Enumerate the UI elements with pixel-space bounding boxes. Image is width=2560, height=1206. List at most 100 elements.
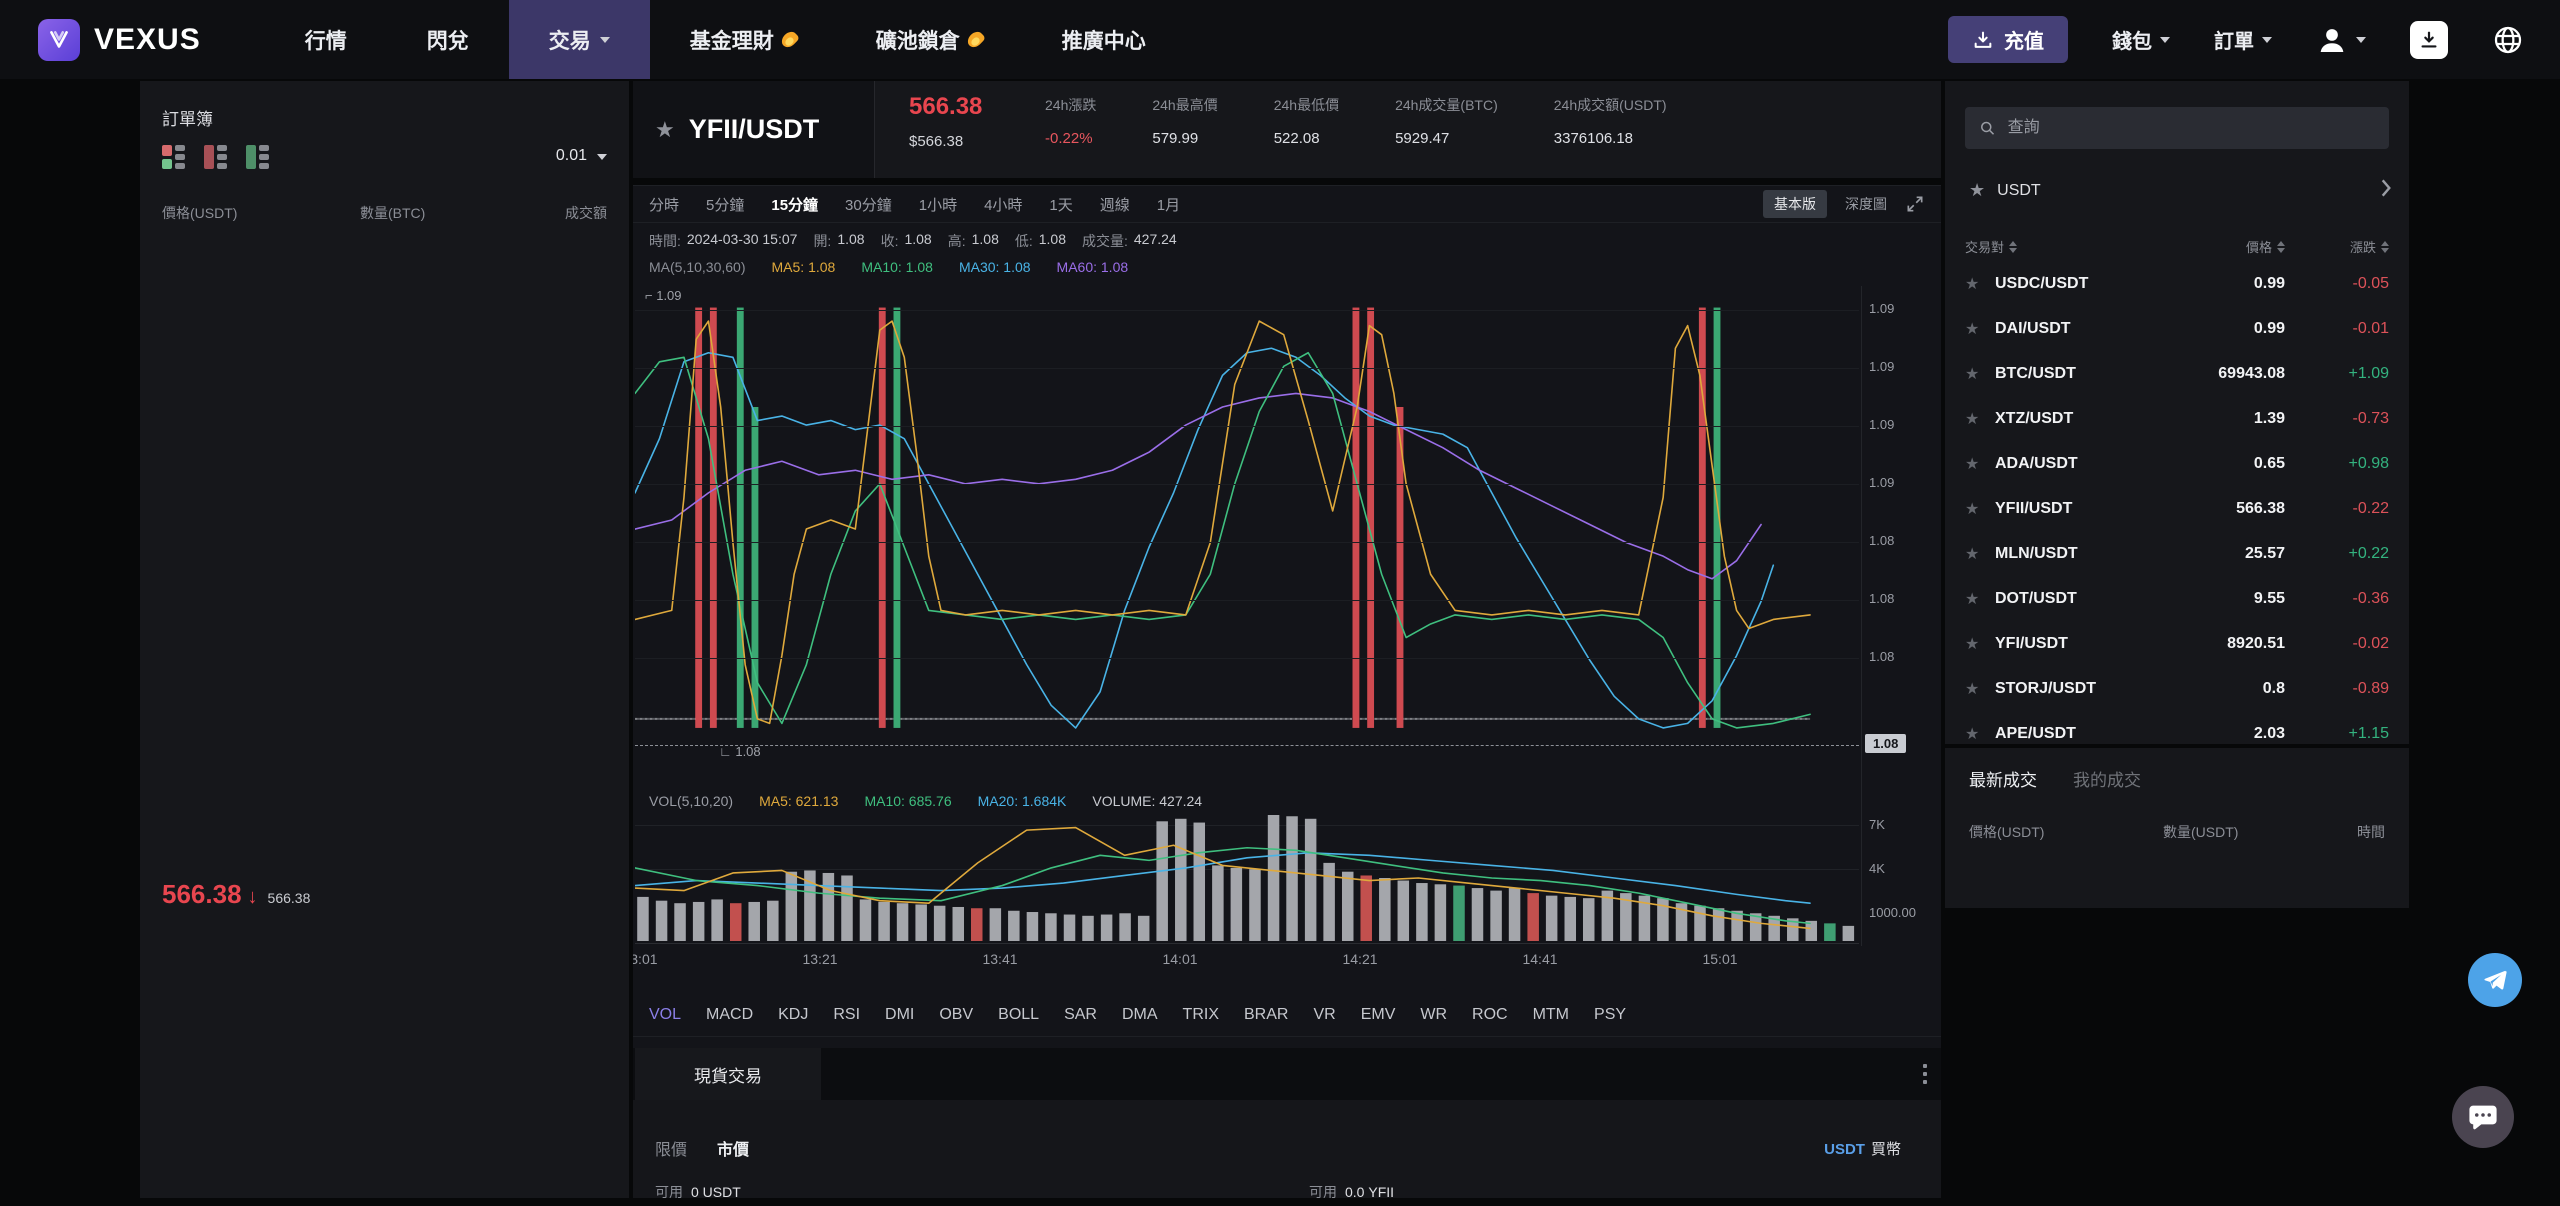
star-icon[interactable]: ★: [1965, 319, 1995, 339]
star-icon[interactable]: ★: [1965, 454, 1995, 474]
timeframe-週線[interactable]: 週線: [1100, 194, 1130, 215]
indicator-SAR[interactable]: SAR: [1064, 1006, 1097, 1024]
tab-my-trades[interactable]: 我的成交: [2073, 766, 2141, 791]
orderbook-col-price: 價格(USDT): [162, 205, 238, 221]
orderbook-view-both-icon[interactable]: [162, 145, 186, 169]
market-row[interactable]: ★ XTZ/USDT 1.39 -0.73: [1945, 396, 2409, 441]
market-row[interactable]: ★ DAI/USDT 0.99 -0.01: [1945, 306, 2409, 351]
star-icon[interactable]: ★: [1965, 499, 1995, 519]
star-icon[interactable]: ★: [1965, 634, 1995, 654]
main-plot[interactable]: ⌐ 1.09 ∟ 1.08 1.08 1.09 1.09 1.09 1.09 1.08 1…: [633, 286, 1941, 946]
search-input[interactable]: [2005, 118, 2375, 138]
market-group-usdt[interactable]: ★ USDT: [1969, 177, 2393, 204]
volume-axis-label: 4K: [1869, 861, 1885, 876]
timeframe-30分鐘[interactable]: 30分鐘: [845, 194, 892, 215]
tab-latest-trades[interactable]: 最新成交: [1969, 766, 2037, 791]
trades-col-time: 時間: [2357, 824, 2385, 840]
orders-menu[interactable]: 訂單: [2214, 25, 2272, 54]
orderbook-last-price[interactable]: 566.38 ↓ 566.38: [162, 879, 310, 910]
brand-name: VEXUS: [94, 22, 201, 56]
sort-by-change[interactable]: 漲跌: [2285, 237, 2389, 256]
deposit-icon: [1974, 31, 1992, 48]
sort-by-pair[interactable]: 交易對: [1965, 237, 2145, 256]
user-avatar-icon: [2320, 28, 2344, 52]
orderbook-view-switcher: [162, 145, 270, 169]
star-icon[interactable]: ★: [1965, 364, 1995, 384]
market-row[interactable]: ★ DOT/USDT 9.55 -0.36: [1945, 576, 2409, 621]
basic-view-button[interactable]: 基本版: [1763, 190, 1827, 218]
market-row[interactable]: ★ USDC/USDT 0.99 -0.05: [1945, 261, 2409, 306]
nav-item-finance[interactable]: 基金理財: [650, 0, 836, 79]
ohlc-info-row: 時間: 2024-03-30 15:07 開: 1.08 收: 1.08 高: 1.08…: [649, 231, 1177, 249]
indicator-TRIX[interactable]: TRIX: [1183, 1006, 1219, 1024]
timeframe-1小時[interactable]: 1小時: [919, 194, 957, 215]
indicator-OBV[interactable]: OBV: [939, 1006, 973, 1024]
indicator-MACD[interactable]: MACD: [706, 1006, 753, 1024]
nav-item-flash-swap[interactable]: 閃兌: [387, 0, 509, 79]
indicator-EMV[interactable]: EMV: [1361, 1006, 1396, 1024]
timeframe-1月[interactable]: 1月: [1157, 194, 1180, 215]
indicator-BRAR[interactable]: BRAR: [1244, 1006, 1288, 1024]
row-change: +1.15: [2348, 724, 2389, 742]
market-row[interactable]: ★ STORJ/USDT 0.8 -0.89: [1945, 666, 2409, 711]
sort-by-price[interactable]: 價格: [2145, 237, 2285, 256]
orderbook-view-asks-icon[interactable]: [204, 145, 228, 169]
star-icon[interactable]: ★: [1965, 679, 1995, 699]
market-row[interactable]: ★ YFII/USDT 566.38 -0.22: [1945, 486, 2409, 531]
market-order-tab[interactable]: 市價: [717, 1136, 749, 1160]
tab-spot-trading[interactable]: 現貨交易: [635, 1048, 821, 1100]
star-icon[interactable]: ★: [1965, 544, 1995, 564]
nav-item-promotion[interactable]: 推廣中心: [1022, 0, 1186, 79]
depth-view-button[interactable]: 深度圖: [1845, 194, 1887, 214]
brand[interactable]: VEXUS: [38, 18, 201, 61]
nav-item-mining[interactable]: 礦池鎖倉: [836, 0, 1022, 79]
nav-item-quotes[interactable]: 行情: [265, 0, 387, 79]
indicator-PSY[interactable]: PSY: [1594, 1006, 1626, 1024]
market-row[interactable]: ★ ADA/USDT 0.65 +0.98: [1945, 441, 2409, 486]
indicator-VR[interactable]: VR: [1313, 1006, 1335, 1024]
indicator-MTM[interactable]: MTM: [1533, 1006, 1569, 1024]
volume-axis-label: 1000.00: [1869, 905, 1916, 920]
precision-dropdown[interactable]: 0.01: [556, 147, 607, 165]
timeframe-4小時[interactable]: 4小時: [984, 194, 1022, 215]
market-row[interactable]: ★ BTC/USDT 69943.08 +1.09: [1945, 351, 2409, 396]
indicator-VOL[interactable]: VOL: [649, 1006, 681, 1024]
indicator-ROC[interactable]: ROC: [1472, 1006, 1508, 1024]
nav-item-trade[interactable]: 交易: [508, 0, 650, 79]
more-menu-icon[interactable]: [1923, 1064, 1927, 1084]
timeframe-1天[interactable]: 1天: [1049, 194, 1072, 215]
indicator-DMA[interactable]: DMA: [1122, 1006, 1158, 1024]
wallet-menu[interactable]: 錢包: [2112, 25, 2170, 54]
quote-currency-link[interactable]: USDT 買幣: [1824, 1138, 1901, 1159]
volume-chart[interactable]: [635, 815, 1859, 941]
chat-support-button[interactable]: [2452, 1086, 2514, 1148]
pair-stat: 24h最低價 522.08: [1274, 95, 1339, 147]
telegram-button[interactable]: [2468, 953, 2522, 1007]
star-icon[interactable]: ★: [1965, 409, 1995, 429]
account-menu[interactable]: [2316, 24, 2366, 56]
indicator-WR[interactable]: WR: [1420, 1006, 1447, 1024]
orderbook-headers: 價格(USDT) 數量(BTC) 成交額: [162, 203, 607, 223]
row-change: -0.89: [2352, 679, 2389, 697]
timeframe-15分鐘[interactable]: 15分鐘: [771, 194, 818, 215]
star-icon[interactable]: ★: [1965, 724, 1995, 744]
app-download-button[interactable]: [2410, 20, 2448, 59]
orderbook-view-bids-icon[interactable]: [246, 145, 270, 169]
candlestick-chart[interactable]: [635, 294, 1859, 746]
timeframe-5分鐘[interactable]: 5分鐘: [706, 194, 744, 215]
indicator-BOLL[interactable]: BOLL: [998, 1006, 1039, 1024]
star-icon[interactable]: ★: [1965, 589, 1995, 609]
indicator-KDJ[interactable]: KDJ: [778, 1006, 808, 1024]
favorite-star-icon[interactable]: ★: [655, 117, 675, 143]
language-globe-button[interactable]: [2492, 24, 2524, 56]
market-row[interactable]: ★ APE/USDT 2.03 +1.15: [1945, 711, 2409, 744]
indicator-DMI[interactable]: DMI: [885, 1006, 914, 1024]
recharge-button[interactable]: 充值: [1948, 16, 2068, 63]
timeframe-分時[interactable]: 分時: [649, 194, 679, 215]
indicator-RSI[interactable]: RSI: [833, 1006, 860, 1024]
market-row[interactable]: ★ YFI/USDT 8920.51 -0.02: [1945, 621, 2409, 666]
market-row[interactable]: ★ MLN/USDT 25.57 +0.22: [1945, 531, 2409, 576]
star-icon[interactable]: ★: [1965, 274, 1995, 294]
limit-order-tab[interactable]: 限價: [655, 1136, 687, 1160]
fullscreen-button[interactable]: [1905, 194, 1925, 214]
